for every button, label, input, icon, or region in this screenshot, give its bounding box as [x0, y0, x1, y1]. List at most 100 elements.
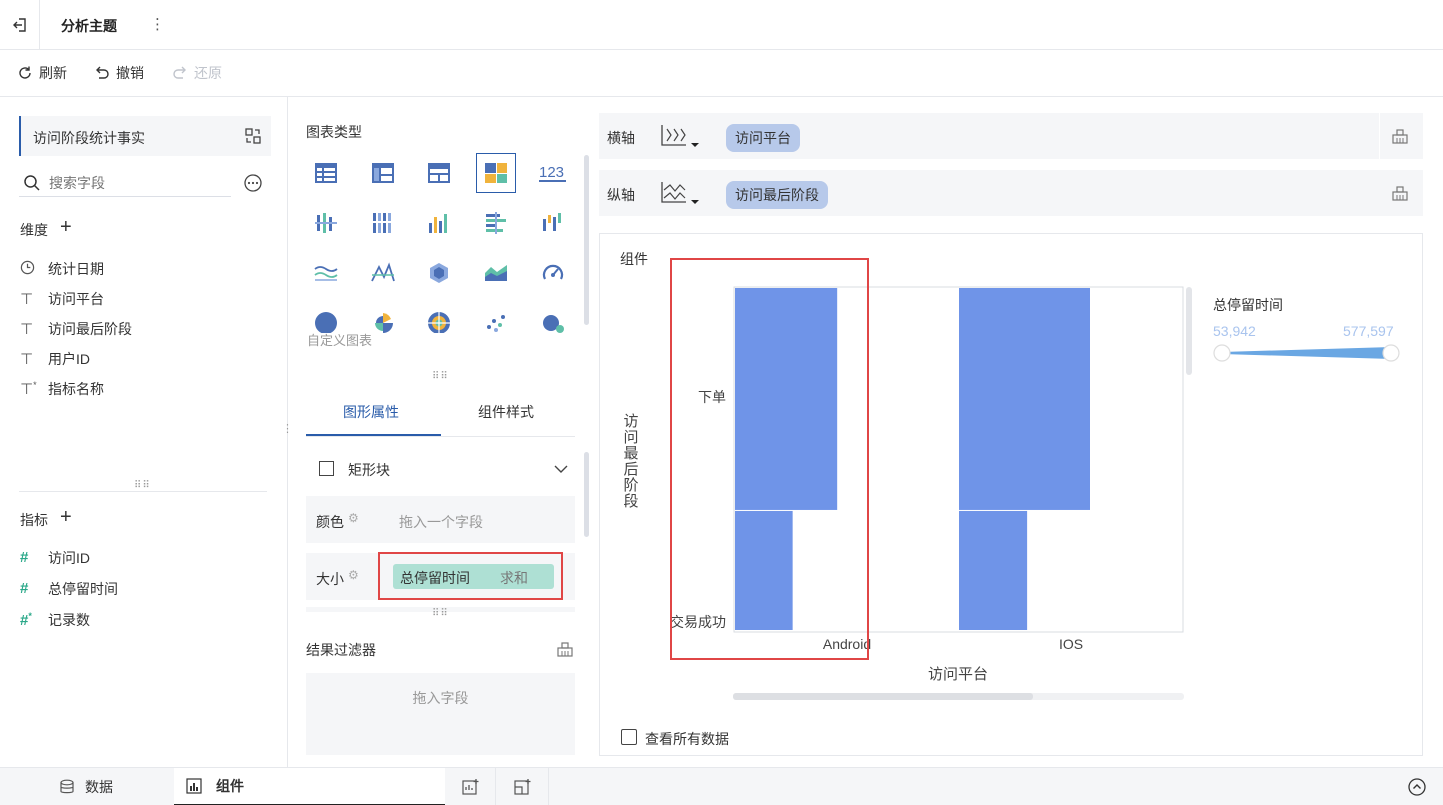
chart-type-scrollbar[interactable] [584, 155, 589, 325]
mark-type-select[interactable]: 矩形块 [306, 452, 575, 486]
table-selector[interactable]: 访问阶段统计事实 [19, 116, 271, 156]
x-axis-label: 横轴 [607, 130, 635, 146]
chart-type-rose[interactable] [363, 303, 403, 333]
chart-type-detail-table[interactable] [419, 153, 459, 193]
dimension-item[interactable]: ⊤ 用户ID [20, 344, 132, 374]
chart-type-radar[interactable] [419, 253, 459, 293]
add-metric-icon[interactable]: + [60, 506, 72, 529]
panel-splitter[interactable]: ⠿⠿ [134, 480, 151, 491]
filter-settings-icon[interactable] [556, 640, 574, 658]
chart-area: 组件 下单 交易成功 Android IOS 访问最后阶段 访问平台 总停留时间 5… [599, 233, 1423, 756]
dimension-label: 访问最后阶段 [48, 321, 132, 337]
search-box[interactable] [19, 169, 231, 197]
treemap-cell[interactable] [959, 510, 1028, 630]
dimension-item[interactable]: 统计日期 [20, 254, 132, 284]
custom-chart-label[interactable]: 自定义图表 [307, 330, 372, 349]
mid-splitter[interactable]: ⠿⠿ [432, 371, 449, 382]
y-axis-field-pill[interactable]: 访问最后阶段 [726, 181, 828, 209]
axis-settings-icon[interactable] [1391, 127, 1409, 145]
search-input[interactable] [49, 172, 219, 194]
refresh-icon [19, 66, 31, 79]
more-icon[interactable]: ⋮ [150, 15, 165, 33]
exit-icon[interactable] [0, 0, 40, 50]
tab-data[interactable]: 数据 [0, 768, 172, 805]
x-tick-label: IOS [1059, 636, 1083, 652]
chart-horizontal-scrollbar[interactable] [733, 693, 1033, 700]
axis-sort-icon[interactable] [659, 180, 701, 206]
chart-type-waterfall[interactable] [533, 203, 573, 243]
rect-mark-icon [319, 461, 334, 476]
line-chart-icon [314, 266, 338, 281]
metric-item[interactable]: # 访问ID [20, 542, 118, 573]
chart-type-gauge[interactable] [533, 253, 573, 293]
undo-button[interactable]: 撤销 [94, 63, 144, 83]
chart-type-grouped-bar[interactable] [306, 203, 346, 243]
y-axis-label: 纵轴 [607, 187, 635, 203]
undo-label: 撤销 [116, 65, 144, 81]
add-dashboard-icon [513, 779, 530, 795]
switch-table-icon[interactable] [244, 127, 262, 145]
chart-type-table[interactable] [306, 153, 346, 193]
dimension-item[interactable]: ⊤* 指标名称 [20, 374, 132, 404]
add-dimension-icon[interactable]: + [60, 216, 72, 239]
mark-type-label: 矩形块 [348, 462, 390, 478]
gauge-icon [542, 264, 564, 280]
chart-type-crosstab[interactable] [363, 153, 403, 193]
chart-type-bubble[interactable] [533, 303, 573, 333]
size-label: 大小 [316, 571, 344, 587]
metric-item[interactable]: #* 记录数 [20, 604, 118, 635]
chart-type-scatter[interactable] [476, 303, 516, 333]
property-tabs: 图形属性 组件样式 [306, 385, 575, 437]
chart-type-sunburst[interactable] [419, 303, 459, 333]
add-component-button[interactable] [446, 768, 496, 805]
more-options-icon[interactable] [243, 173, 263, 193]
bar-chart-icon [429, 214, 447, 233]
axis-settings-icon[interactable] [1391, 184, 1409, 202]
color-drop-zone[interactable]: 拖入一个字段 [399, 512, 483, 532]
chart-type-line[interactable] [306, 253, 346, 293]
chart-type-horizontal-bar[interactable] [476, 203, 516, 243]
axis-sort-icon[interactable] [659, 123, 701, 149]
property-scrollbar[interactable] [584, 452, 589, 537]
tab-component[interactable]: 组件 [174, 768, 445, 805]
chart-type-pie[interactable] [306, 303, 346, 333]
color-settings-icon[interactable]: ⚙ [348, 511, 359, 525]
metric-item[interactable]: # 总停留时间 [20, 573, 118, 604]
dimension-item[interactable]: ⊤ 访问最后阶段 [20, 314, 132, 344]
filter-drop-zone[interactable]: 拖入字段 [306, 673, 575, 755]
chart-type-bar[interactable] [419, 203, 459, 243]
redo-button[interactable]: 还原 [172, 63, 222, 83]
size-legend-slider[interactable] [1212, 342, 1404, 364]
size-settings-icon[interactable]: ⚙ [348, 568, 359, 582]
chart-type-treemap[interactable] [476, 153, 516, 193]
area-chart-icon [485, 265, 507, 281]
chart-type-area[interactable] [476, 253, 516, 293]
dimension-list: 统计日期 ⊤ 访问平台 ⊤ 访问最后阶段 ⊤ 用户ID ⊤* 指标名称 [20, 254, 132, 404]
chart-horizontal-scrollbar-track [733, 693, 1184, 700]
x-axis-field-pill[interactable]: 访问平台 [726, 124, 800, 152]
chart-type-kpi[interactable]: 123 [533, 153, 573, 193]
undo-icon [96, 66, 109, 79]
chart-vertical-scrollbar[interactable] [1186, 287, 1192, 375]
treemap-icon [485, 163, 507, 183]
add-dashboard-button[interactable] [497, 768, 549, 805]
refresh-button[interactable]: 刷新 [17, 63, 67, 83]
tab-graphic-properties[interactable]: 图形属性 [343, 402, 399, 422]
view-all-checkbox[interactable] [621, 729, 637, 745]
property-panel: 图表类型 123 自定义图表 ⠿⠿ 图形属性 组件样式 矩形块 颜色 ⚙ 拖入一… [289, 97, 597, 767]
slider-min-handle[interactable] [1213, 344, 1231, 362]
x-axis-title: 访问平台 [928, 666, 988, 683]
legend-max: 577,597 [1343, 323, 1394, 339]
dimensions-title: 维度 [20, 222, 48, 238]
page-title: 分析主题 [61, 18, 117, 34]
dimension-item[interactable]: ⊤ 访问平台 [20, 284, 132, 314]
collapse-up-icon[interactable] [1408, 778, 1426, 796]
detail-table-icon [428, 163, 450, 183]
tab-component-style[interactable]: 组件样式 [478, 402, 534, 422]
filter-splitter[interactable]: ⠿⠿ [432, 608, 449, 619]
treemap-cell[interactable] [959, 288, 1090, 510]
chart-type-radar-line[interactable] [363, 253, 403, 293]
text-type-icon: ⊤ [20, 291, 34, 308]
slider-max-handle[interactable] [1382, 344, 1400, 362]
chart-type-stacked-bar[interactable] [363, 203, 403, 243]
